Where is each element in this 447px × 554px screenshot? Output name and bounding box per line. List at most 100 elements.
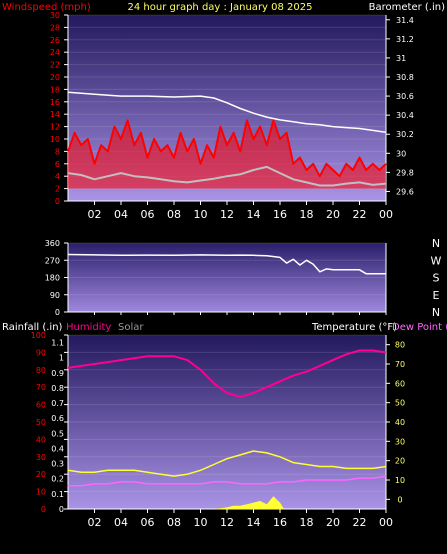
rainfall-tick-label: 0.2	[51, 475, 64, 484]
wind-tick-label: 30	[50, 11, 60, 20]
x-tick-label-top: 04	[114, 208, 128, 221]
dewpoint-axis-title: Dew Point (	[392, 322, 447, 333]
direction-tick-label: 270	[45, 256, 60, 265]
humidity-tick-label: 40	[36, 435, 46, 444]
rainfall-tick-label: 0.9	[51, 369, 64, 378]
barometer-tick-label: 31.2	[396, 35, 414, 44]
compass-label: S	[433, 272, 440, 285]
barometer-tick-label: 30	[396, 149, 406, 158]
rainfall-tick-label: 0.4	[51, 444, 64, 453]
x-tick-label-top: 06	[141, 208, 155, 221]
humidity-tick-label: 10	[36, 488, 46, 497]
rainfall-tick-label: 0.3	[51, 460, 64, 469]
wind-tick-label: 26	[50, 36, 60, 45]
temperature-tick-label: 70	[395, 360, 405, 369]
wind-tick-label: 20	[50, 73, 60, 82]
x-tick-label-bottom: 08	[167, 516, 181, 529]
humidity-axis-title: Humidity	[66, 322, 111, 333]
temperature-tick-label: 30	[395, 437, 405, 446]
humidity-tick-label: 20	[36, 470, 46, 479]
x-tick-label-bottom: 22	[353, 516, 367, 529]
direction-tick-label: 90	[50, 291, 60, 300]
x-tick-label-bottom: 02	[88, 516, 102, 529]
compass-label: E	[433, 289, 440, 302]
humidity-tick-label: 0	[41, 505, 46, 514]
wind-tick-label: 0	[55, 197, 60, 206]
wind-tick-label: 14	[50, 110, 60, 119]
direction-tick-label: 360	[45, 239, 60, 248]
barometer-tick-label: 30.4	[396, 111, 414, 120]
rainfall-tick-label: 0.1	[51, 490, 64, 499]
solar-axis-title: Solar	[118, 322, 144, 333]
barometer-tick-label: 30.2	[396, 130, 414, 139]
humidity-tick-label: 50	[36, 418, 46, 427]
rainfall-tick-label: 0.5	[51, 429, 64, 438]
temperature-tick-label: 40	[395, 418, 405, 427]
direction-tick-label: 0	[55, 308, 60, 317]
wind-tick-label: 18	[50, 85, 60, 94]
x-tick-label-bottom: 16	[273, 516, 287, 529]
weather-chart-svg: Windspeed (mph) 24 hour graph day : Janu…	[2, 2, 447, 529]
barometer-tick-label: 30.8	[396, 73, 414, 82]
x-tick-label-bottom: 14	[247, 516, 261, 529]
wind-tick-label: 10	[50, 135, 60, 144]
rainfall-tick-label: 0.8	[51, 384, 64, 393]
x-tick-label-top: 12	[220, 208, 234, 221]
x-tick-label-bottom: 18	[300, 516, 314, 529]
x-tick-label-top: 02	[88, 208, 102, 221]
direction-tick-label: 180	[45, 274, 60, 283]
x-tick-label-bottom: 12	[220, 516, 234, 529]
temperature-tick-label: 50	[395, 399, 405, 408]
rainfall-tick-label: 0.7	[51, 399, 64, 408]
compass-label: W	[431, 254, 442, 267]
x-tick-label-bottom: 00	[379, 516, 393, 529]
humidity-tick-label: 60	[36, 401, 46, 410]
barometer-tick-label: 30.6	[396, 92, 414, 101]
wind-tick-label: 4	[55, 172, 60, 181]
x-tick-label-top: 22	[353, 208, 367, 221]
wind-tick-label: 28	[50, 23, 60, 32]
humidity-tick-label: 80	[36, 366, 46, 375]
compass-label: N	[432, 306, 440, 319]
wind-tick-label: 16	[50, 98, 60, 107]
x-tick-label-bottom: 06	[141, 516, 155, 529]
windspeed-axis-title: Windspeed (mph)	[2, 2, 91, 13]
x-tick-label-top: 20	[326, 208, 340, 221]
temperature-tick-label: 80	[395, 341, 405, 350]
barometer-tick-label: 31	[396, 54, 406, 63]
wind-tick-label: 22	[50, 61, 60, 70]
temperature-axis-title: Temperature (°F)	[311, 322, 397, 333]
wind-tick-label: 6	[55, 160, 60, 169]
rainfall-tick-label: 0.6	[51, 414, 64, 423]
page-title: 24 hour graph day : January 08 2025	[128, 2, 313, 13]
x-tick-label-bottom: 20	[326, 516, 340, 529]
barometer-tick-label: 29.6	[396, 187, 414, 196]
x-tick-label-top: 18	[300, 208, 314, 221]
weather-graph-page: Windspeed (mph) 24 hour graph day : Janu…	[0, 0, 447, 550]
humidity-tick-label: 30	[36, 453, 46, 462]
wind-tick-label: 2	[55, 185, 60, 194]
temperature-tick-label: 20	[395, 457, 405, 466]
barometer-tick-label: 29.8	[396, 168, 414, 177]
humidity-tick-label: 100	[31, 331, 46, 340]
wind-tick-label: 24	[50, 48, 60, 57]
rainfall-tick-label: 1.1	[51, 339, 64, 348]
temperature-tick-label: 60	[395, 379, 405, 388]
barometer-tick-label: 31.4	[396, 16, 414, 25]
compass-label: N	[432, 237, 440, 250]
humidity-tick-label: 90	[36, 348, 46, 357]
humidity-tick-label: 70	[36, 383, 46, 392]
temperature-tick-label: 10	[395, 476, 405, 485]
rainfall-tick-label: 0	[59, 505, 64, 514]
x-tick-label-top: 16	[273, 208, 287, 221]
x-tick-label-top: 08	[167, 208, 181, 221]
wind-tick-label: 12	[50, 123, 60, 132]
x-tick-label-bottom: 04	[114, 516, 128, 529]
x-tick-label-top: 00	[379, 208, 393, 221]
x-tick-label-bottom: 10	[194, 516, 208, 529]
temperature-tick-label: 0	[397, 495, 402, 504]
x-tick-label-top: 14	[247, 208, 261, 221]
barometer-axis-title: Barometer (.in)	[369, 2, 445, 13]
rainfall-tick-label: 1	[59, 354, 64, 363]
x-tick-label-top: 10	[194, 208, 208, 221]
